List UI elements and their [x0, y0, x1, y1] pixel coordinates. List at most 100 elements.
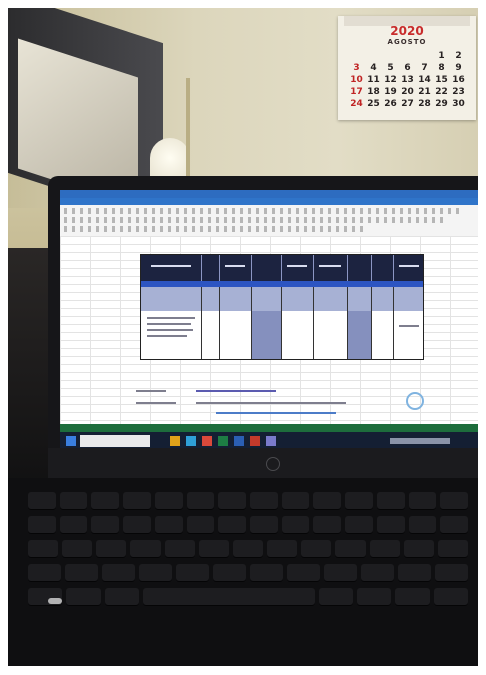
keyboard-key	[66, 588, 101, 606]
folder-icon[interactable]	[170, 436, 180, 446]
keyboard-key	[403, 540, 434, 558]
hp-logo-icon	[266, 457, 280, 471]
ribbon-controls-row	[64, 226, 364, 232]
keyboard-key	[213, 564, 246, 582]
keyboard-key	[408, 492, 437, 510]
keyboard-key	[28, 492, 56, 510]
excel-ribbon	[60, 190, 478, 237]
keyboard-key	[28, 564, 61, 582]
key-row	[28, 564, 468, 582]
laptop-keyboard	[8, 478, 478, 666]
teams-icon[interactable]	[266, 436, 276, 446]
keyboard-key	[62, 540, 93, 558]
sheet-footer-notes	[136, 388, 424, 418]
keyboard-key	[345, 516, 373, 534]
calendar-day: 8	[438, 63, 445, 73]
spreadsheet-table	[140, 254, 424, 360]
keyboard-key	[186, 492, 215, 510]
edge-icon[interactable]	[186, 436, 196, 446]
keyboard-key	[318, 588, 353, 606]
taskbar-search-box[interactable]	[80, 435, 150, 447]
keyboard-key	[96, 540, 127, 558]
calendar-day: 15	[435, 75, 448, 85]
keyboard-key	[376, 516, 405, 534]
calendar-day	[365, 50, 382, 62]
calendar-day: 13	[401, 75, 414, 85]
calendar-day: 9	[455, 63, 462, 73]
keyboard-key	[198, 540, 229, 558]
keyboard-key	[91, 516, 120, 534]
keyboard-key	[142, 588, 315, 606]
calendar-day: 6	[404, 63, 411, 73]
keyboard-key	[369, 540, 400, 558]
keyboard-key	[102, 564, 135, 582]
keyboard-key	[345, 492, 373, 510]
calendar-day: 7	[421, 63, 428, 73]
keyboard-key	[104, 588, 139, 606]
calendar-day: 28	[418, 99, 431, 109]
keyboard-key	[250, 492, 278, 510]
keyboard-key	[186, 516, 215, 534]
calendar-day: 14	[418, 75, 431, 85]
keyboard-key	[281, 492, 310, 510]
keyboard-key	[435, 564, 468, 582]
word-icon[interactable]	[234, 436, 244, 446]
calendar-day: 12	[384, 75, 397, 85]
calendar-year: 2020	[390, 24, 424, 38]
keyboard-key	[139, 564, 172, 582]
table-cell	[251, 311, 281, 359]
key-row	[28, 540, 469, 558]
table-header	[141, 255, 423, 281]
keyboard-key	[281, 516, 310, 534]
keyboard-key	[395, 588, 430, 606]
calendar-day: 1	[438, 51, 445, 61]
calendar-day	[348, 50, 365, 62]
keyboard-key	[218, 516, 247, 534]
keyboard-key	[130, 540, 161, 558]
keyboard-key	[376, 492, 405, 510]
calendar-day: 30	[452, 99, 465, 109]
table-cell	[347, 311, 371, 359]
light-glare	[48, 598, 62, 604]
ribbon-controls-row	[64, 208, 464, 214]
excel-icon[interactable]	[218, 436, 228, 446]
keyboard-key	[28, 540, 59, 558]
calendar-day: 5	[387, 63, 394, 73]
calendar-day	[382, 50, 399, 62]
chrome-icon[interactable]	[202, 436, 212, 446]
ribbon-controls-row	[64, 217, 444, 223]
laptop-screen	[60, 190, 478, 450]
keyboard-key	[287, 564, 320, 582]
key-row	[28, 492, 469, 510]
calendar-day: 2	[455, 51, 462, 61]
keyboard-key	[59, 516, 88, 534]
windows-start-icon[interactable]	[66, 436, 76, 446]
photo: 2020 AGOSTO 1 2 3 4 5 6 7 8 9 10 11 12 13 14 15 16 17 18 1…	[0, 0, 486, 675]
powerpoint-icon[interactable]	[250, 436, 260, 446]
calendar-day: 20	[401, 87, 414, 97]
calendar-day: 3	[353, 63, 360, 73]
keyboard-key	[91, 492, 120, 510]
keyboard-key	[250, 516, 278, 534]
calendar-day: 27	[401, 99, 414, 109]
calendar-day: 22	[435, 87, 448, 97]
keyboard-key	[218, 492, 247, 510]
table-row	[141, 287, 423, 311]
photo-scene: 2020 AGOSTO 1 2 3 4 5 6 7 8 9 10 11 12 13 14 15 16 17 18 1…	[8, 8, 478, 666]
excel-status-bar	[60, 424, 478, 432]
system-tray[interactable]	[390, 438, 450, 444]
calendar-day: 26	[384, 99, 397, 109]
keyboard-key	[356, 588, 392, 606]
calendar-day: 21	[418, 87, 431, 97]
calendar-day	[416, 50, 433, 62]
calendar-month: AGOSTO	[387, 38, 427, 46]
keyboard-key	[440, 492, 469, 510]
keyboard-key	[65, 564, 98, 582]
calendar-day	[399, 50, 416, 62]
calendar-day: 23	[452, 87, 465, 97]
dark-shadow-left	[8, 248, 48, 508]
calendar-day: 24	[350, 99, 363, 109]
calendar-day: 10	[350, 75, 363, 85]
excel-ribbon-tabs	[60, 198, 478, 205]
keyboard-key	[361, 564, 394, 582]
